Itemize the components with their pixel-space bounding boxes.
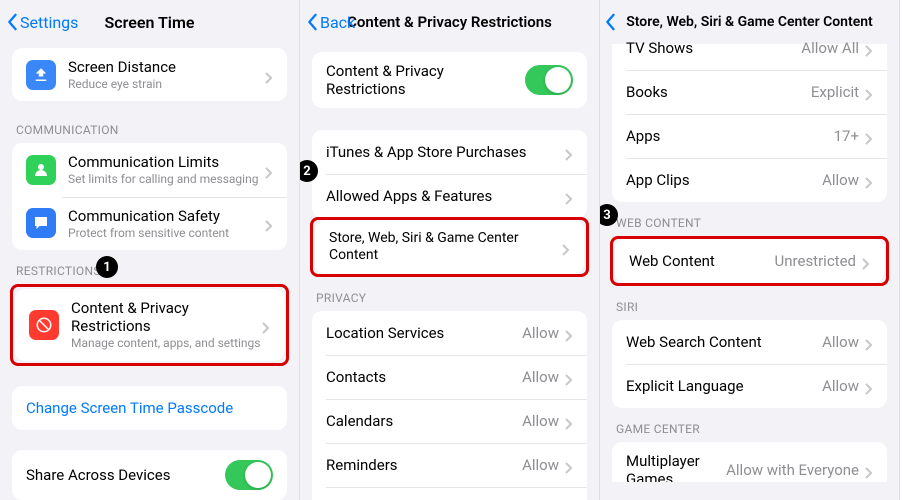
chevron-right-icon (565, 415, 573, 427)
chevron-right-icon (865, 86, 873, 98)
row-change-passcode[interactable]: Change Screen Time Passcode (12, 386, 287, 430)
section-siri: Siri (600, 286, 899, 320)
panel-content-privacy: Back Content & Privacy Restrictions Cont… (300, 0, 600, 500)
step-badge-1: 1 (96, 256, 118, 278)
chevron-right-icon (865, 130, 873, 142)
row-store-web-siri-gc[interactable]: Store, Web, Siri & Game Center Content (315, 220, 584, 274)
row-privacy-2[interactable]: CalendarsAllow (312, 399, 587, 443)
screen-distance-icon (26, 60, 56, 90)
chevron-right-icon (562, 241, 570, 253)
row-privacy-4[interactable]: PhotosAllow (312, 487, 587, 500)
row-privacy-3[interactable]: RemindersAllow (312, 443, 587, 487)
chevron-right-icon (565, 371, 573, 383)
chevron-right-icon (565, 146, 573, 158)
section-restrictions: Restrictions (0, 250, 299, 284)
back-button[interactable]: Settings (6, 13, 78, 32)
row-siri-1[interactable]: Explicit LanguageAllow (612, 364, 887, 408)
chevron-right-icon (565, 327, 573, 339)
row-web-content[interactable]: Web Content Unrestricted (615, 239, 884, 283)
page-title: Screen Time (105, 13, 195, 32)
row-share-across-devices[interactable]: Share Across Devices (12, 450, 287, 500)
chevron-right-icon (565, 190, 573, 202)
row-privacy-1[interactable]: ContactsAllow (312, 355, 587, 399)
section-privacy: Privacy (300, 277, 599, 311)
back-label: Back (320, 13, 355, 32)
row-content-2[interactable]: Apps17+ (612, 114, 887, 158)
back-label: Settings (20, 13, 78, 32)
chevron-right-icon (865, 380, 873, 392)
row-content-1[interactable]: BooksExplicit (612, 70, 887, 114)
chevron-right-icon (565, 459, 573, 471)
section-web-content: Web Content (600, 202, 899, 236)
row-privacy-0[interactable]: Location ServicesAllow (312, 311, 587, 355)
chevron-right-icon (865, 174, 873, 186)
back-button[interactable]: Back (306, 13, 355, 32)
restrictions-toggle[interactable] (525, 65, 573, 95)
communication-safety-icon (26, 208, 56, 238)
chevron-right-icon (262, 319, 270, 331)
row-content-0[interactable]: TV ShowsAllow All (612, 26, 887, 70)
chevron-right-icon (265, 69, 273, 81)
row-communication-limits[interactable]: Communication LimitsSet limits for calli… (12, 143, 287, 196)
chevron-right-icon (865, 464, 873, 476)
page-title: Content & Privacy Restrictions (347, 13, 552, 31)
communication-limits-icon (26, 155, 56, 185)
row-screen-distance[interactable]: Screen DistanceReduce eye strain (12, 48, 287, 101)
row-restrictions-toggle[interactable]: Content & Privacy Restrictions (312, 52, 587, 108)
row-allowed-apps[interactable]: Allowed Apps & Features (312, 174, 587, 218)
chevron-right-icon (265, 164, 273, 176)
chevron-right-icon (265, 217, 273, 229)
panel-screen-time: Settings Screen Time Screen DistanceRedu… (0, 0, 300, 500)
navbar: Back Content & Privacy Restrictions (300, 0, 599, 44)
row-content-3[interactable]: App ClipsAllow (612, 158, 887, 202)
chevron-right-icon (865, 336, 873, 348)
chevron-left-icon (6, 13, 18, 31)
section-game-center: Game Center (600, 408, 899, 442)
chevron-left-icon (306, 13, 318, 31)
section-communication: Communication (0, 109, 299, 143)
chevron-right-icon (865, 42, 873, 54)
row-gc-0[interactable]: Multiplayer GamesAllow with Everyone (612, 442, 887, 482)
row-itunes-purchases[interactable]: iTunes & App Store Purchases (312, 130, 587, 174)
row-communication-safety[interactable]: Communication SafetyProtect from sensiti… (12, 197, 287, 250)
panel-store-web-siri-gc: Store, Web, Siri & Game Center Content T… (600, 0, 900, 500)
share-toggle[interactable] (225, 460, 273, 490)
row-siri-0[interactable]: Web Search ContentAllow (612, 320, 887, 364)
restrictions-icon (29, 310, 59, 340)
navbar: Settings Screen Time (0, 0, 299, 44)
row-content-privacy-restrictions[interactable]: Content & Privacy RestrictionsManage con… (15, 289, 284, 360)
chevron-right-icon (862, 255, 870, 267)
